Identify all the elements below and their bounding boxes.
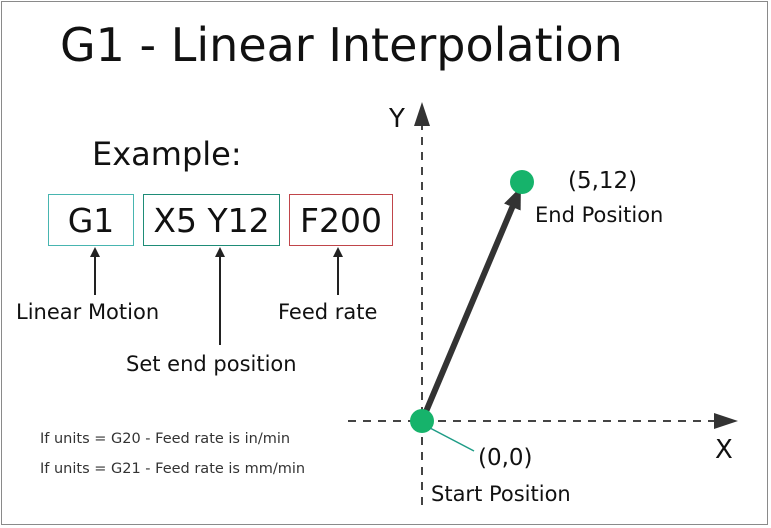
end-position-label: End Position xyxy=(535,203,664,227)
y-axis-arrowhead xyxy=(414,102,430,126)
start-coordinate: (0,0) xyxy=(478,445,533,471)
label-set-end-position: Set end position xyxy=(126,352,297,376)
end-point xyxy=(510,170,534,194)
start-point xyxy=(410,409,434,433)
start-leader-line xyxy=(429,427,475,452)
label-linear-motion: Linear Motion xyxy=(16,300,160,324)
motion-path-arrow xyxy=(419,186,521,423)
x-axis-label: X xyxy=(715,435,733,465)
end-coordinate: (5,12) xyxy=(568,168,638,194)
diagram-graphics xyxy=(90,102,738,505)
label-feed-rate: Feed rate xyxy=(278,300,378,324)
x-axis-arrowhead xyxy=(714,413,738,429)
y-axis-label: Y xyxy=(389,104,405,134)
note-g21: If units = G21 - Feed rate is mm/min xyxy=(40,461,306,477)
start-position-label: Start Position xyxy=(431,482,571,506)
note-g20: If units = G20 - Feed rate is in/min xyxy=(40,431,291,447)
